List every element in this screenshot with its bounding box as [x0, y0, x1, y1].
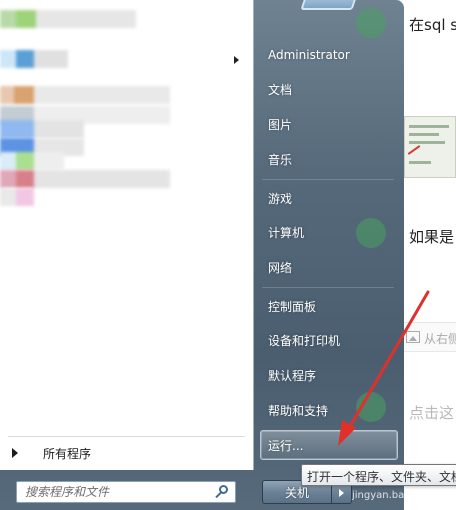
background-page [400, 0, 456, 510]
search-box[interactable] [16, 481, 236, 503]
divider [262, 179, 394, 180]
divider [262, 287, 394, 288]
program-list-pane: 所有程序 [0, 0, 254, 470]
program-item[interactable] [0, 50, 80, 68]
program-item[interactable] [0, 10, 140, 28]
triangle-right-icon [339, 489, 344, 497]
menu-item-pictures[interactable]: 图片 [262, 109, 396, 139]
program-item[interactable] [0, 170, 170, 188]
program-item[interactable] [0, 120, 90, 138]
background-text: 点击这 [409, 404, 455, 422]
menu-item-devices-printers[interactable]: 设备和打印机 [262, 325, 396, 355]
menu-item-control-panel[interactable]: 控制面板 [262, 291, 396, 321]
watermark-text: jingyan.baidu.com [352, 490, 445, 501]
run-tooltip: 打开一个程序、文件夹、文档 [301, 464, 456, 486]
user-name-link[interactable]: Administrator [262, 40, 396, 70]
triangle-right-icon [12, 448, 18, 458]
program-item[interactable] [0, 188, 40, 206]
program-item[interactable] [0, 152, 70, 170]
menu-item-games[interactable]: 游戏 [262, 183, 396, 213]
menu-item-help-support[interactable]: 帮助和支持 [262, 395, 396, 425]
image-placeholder: 从右侧 [404, 322, 456, 352]
all-programs-button[interactable]: 所有程序 [6, 441, 246, 465]
background-screenshot-thumbnail [404, 116, 456, 178]
program-item[interactable] [0, 86, 170, 104]
submenu-arrow-icon[interactable] [234, 56, 239, 64]
divider [8, 436, 245, 437]
menu-item-music[interactable]: 音乐 [262, 144, 396, 174]
watermark-circle-icon [356, 8, 386, 38]
background-text: 如果是 [409, 228, 455, 246]
image-icon [406, 331, 420, 343]
user-picture[interactable] [300, 0, 360, 10]
menu-item-run[interactable]: 运行... [260, 430, 398, 460]
menu-item-default-programs[interactable]: 默认程序 [262, 360, 396, 390]
menu-item-computer[interactable]: 计算机 [262, 217, 396, 247]
all-programs-label: 所有程序 [43, 446, 92, 461]
menu-item-network[interactable]: 网络 [262, 252, 396, 282]
search-input[interactable] [17, 482, 213, 502]
menu-item-documents[interactable]: 文档 [262, 74, 396, 104]
start-menu: 所有程序 Administrator 文档 图片 音乐 游戏 计算机 网络 控制… [0, 0, 404, 510]
image-caption: 从右侧 [424, 332, 456, 346]
background-text: 在sql s [409, 16, 456, 34]
search-icon[interactable] [213, 483, 231, 501]
